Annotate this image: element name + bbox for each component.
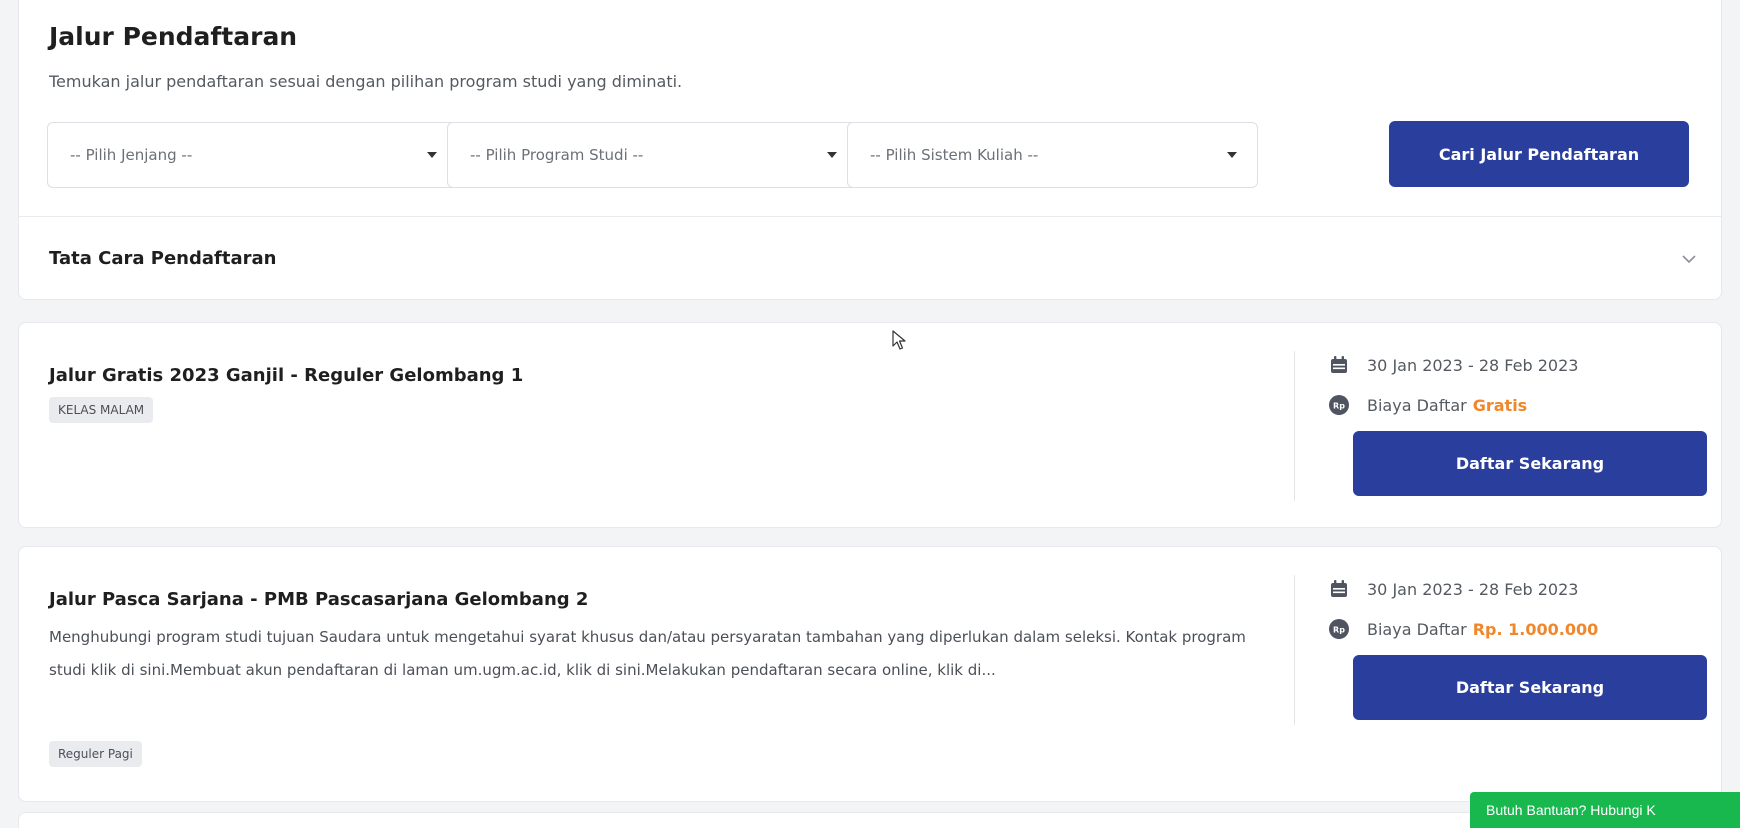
help-contact-button[interactable]: Butuh Bantuan? Hubungi K — [1470, 792, 1740, 828]
register-button[interactable]: Daftar Sekarang — [1353, 431, 1707, 496]
jenjang-select[interactable]: -- Pilih Jenjang -- — [47, 122, 458, 188]
card-description: Menghubungi program studi tujuan Saudara… — [49, 628, 1246, 679]
search-button[interactable]: Cari Jalur Pendaftaran — [1389, 121, 1689, 187]
card-title: Jalur Gratis 2023 Ganjil - Reguler Gelom… — [49, 365, 524, 386]
calendar-icon — [1329, 579, 1349, 599]
class-badge: KELAS MALAM — [49, 397, 154, 423]
page-subtitle: Temukan jalur pendaftaran sesuai dengan … — [49, 72, 683, 91]
chevron-down-icon — [1681, 249, 1697, 268]
card-title: Jalur Pasca Sarjana - PMB Pascasarjana G… — [49, 589, 589, 610]
calendar-icon — [1329, 355, 1349, 375]
registration-card: Jalur Gratis 2023 Ganjil - Reguler Gelom… — [18, 322, 1722, 528]
caret-down-icon — [427, 152, 437, 158]
next-card-edge — [18, 812, 1722, 828]
fee-row: Rp Biaya Daftar Rp. 1.000.000 — [1329, 619, 1598, 639]
fee-label: Biaya Daftar — [1367, 619, 1467, 639]
caret-down-icon — [827, 152, 837, 158]
class-badge: Reguler Pagi — [49, 741, 142, 767]
card-divider — [1294, 575, 1295, 725]
rupiah-icon: Rp — [1329, 619, 1349, 639]
date-range: 30 Jan 2023 - 28 Feb 2023 — [1329, 579, 1578, 599]
caret-down-icon — [1227, 152, 1237, 158]
date-range-text: 30 Jan 2023 - 28 Feb 2023 — [1367, 355, 1579, 375]
jenjang-select-value: -- Pilih Jenjang -- — [70, 146, 193, 164]
register-button[interactable]: Daftar Sekarang — [1353, 655, 1707, 720]
fee-value: Gratis — [1472, 395, 1528, 415]
registration-card: Jalur Pasca Sarjana - PMB Pascasarjana G… — [18, 546, 1722, 802]
sistem-kuliah-select[interactable]: -- Pilih Sistem Kuliah -- — [847, 122, 1258, 188]
accordion-tata-cara[interactable]: Tata Cara Pendaftaran — [19, 217, 1721, 299]
program-studi-select[interactable]: -- Pilih Program Studi -- — [447, 122, 858, 188]
fee-value: Rp. 1.000.000 — [1472, 619, 1599, 639]
fee-row: Rp Biaya Daftar Gratis — [1329, 395, 1527, 415]
page-title: Jalur Pendaftaran — [49, 22, 298, 51]
rupiah-icon: Rp — [1329, 395, 1349, 415]
fee-label: Biaya Daftar — [1367, 395, 1467, 415]
mouse-cursor-icon — [892, 330, 906, 354]
date-range: 30 Jan 2023 - 28 Feb 2023 — [1329, 355, 1578, 375]
svg-text:Rp: Rp — [1333, 626, 1345, 635]
card-divider — [1294, 351, 1295, 501]
svg-text:Rp: Rp — [1333, 402, 1345, 411]
program-studi-select-value: -- Pilih Program Studi -- — [470, 146, 644, 164]
accordion-title: Tata Cara Pendaftaran — [49, 247, 277, 269]
date-range-text: 30 Jan 2023 - 28 Feb 2023 — [1367, 579, 1579, 599]
filter-section: Jalur Pendaftaran Temukan jalur pendafta… — [18, 0, 1722, 300]
sistem-kuliah-select-value: -- Pilih Sistem Kuliah -- — [870, 146, 1039, 164]
